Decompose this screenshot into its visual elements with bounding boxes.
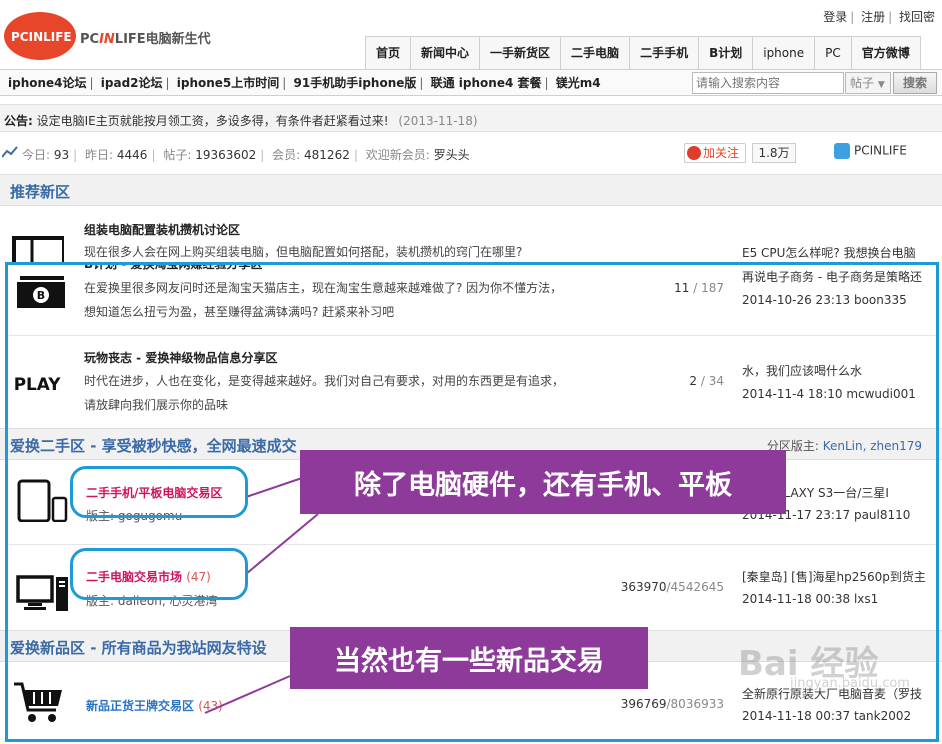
announcement-date: (2013-11-18): [398, 114, 478, 128]
callout-box-second: 当然也有一些新品交易: [290, 627, 648, 689]
forum-desc: 现在很多人会在网上购买组装电脑，但电脑配置如何搭配，装机攒机的窍门在哪里?: [84, 245, 523, 259]
stat-posts: 19363602: [195, 148, 257, 162]
search-type-select[interactable]: 帖子 ▼: [845, 72, 891, 94]
chart-icon: [2, 146, 18, 158]
pcinlife-app-icon: [834, 143, 850, 159]
section-header-recommended: 推荐新区: [0, 174, 942, 206]
login-link[interactable]: 登录: [823, 10, 847, 24]
nav-home[interactable]: 首页: [365, 36, 412, 69]
baidu-watermark-url: jingyan.baidu.com: [790, 676, 910, 691]
chevron-down-icon: ▼: [877, 80, 885, 90]
brand-name: PCINLIFE电脑新生代: [80, 32, 211, 47]
weibo-follower-count: 1.8万: [752, 143, 796, 163]
nav-new-goods[interactable]: 一手新货区: [479, 36, 562, 69]
search-input[interactable]: [692, 72, 844, 94]
announcement-label: 公告:: [4, 114, 33, 128]
stat-today: 93: [53, 148, 70, 162]
search-button[interactable]: 搜索: [893, 72, 937, 94]
quick-link[interactable]: iphone5上市时间: [177, 76, 280, 90]
account-links: 登录 | 注册 | 找回密: [823, 10, 935, 24]
quick-links: iphone4论坛 | ipad2论坛 | iphone5上市时间 | 91手机助手i…: [8, 76, 601, 90]
nav-bplan[interactable]: B计划: [698, 36, 754, 69]
highlight-oval-phone: [70, 466, 248, 518]
forum-link-assembly[interactable]: 组装电脑配置装机攒机讨论区: [84, 221, 240, 238]
quick-link[interactable]: 联通 iphone4 套餐: [431, 76, 542, 90]
recover-password-link[interactable]: 找回密: [899, 10, 935, 24]
nav-weibo[interactable]: 官方微博: [850, 36, 921, 69]
nav-used-pc[interactable]: 二手电脑: [560, 36, 631, 69]
nav-news[interactable]: 新闻中心: [410, 36, 481, 69]
weibo-follow-button[interactable]: 加关注: [684, 143, 746, 163]
main-nav: 首页 新闻中心 一手新货区 二手电脑 二手手机 B计划 iphone PC 官方…: [365, 36, 921, 69]
newest-member-link[interactable]: 罗头头: [434, 148, 470, 162]
highlight-oval-pc: [70, 548, 248, 600]
quick-link[interactable]: 镁光m4: [556, 76, 601, 90]
register-link[interactable]: 注册: [861, 10, 885, 24]
weibo-icon: [687, 146, 701, 160]
stat-yesterday: 4446: [116, 148, 148, 162]
stat-members: 481262: [304, 148, 350, 162]
announcement-bar: 公告: 设定电脑IE主页就能按月领工资，多设多得，有条件者赶紧看过来! (201…: [0, 104, 942, 132]
quick-link[interactable]: ipad2论坛: [101, 76, 163, 90]
quick-link[interactable]: 91手机助手iphone版: [294, 76, 417, 90]
quick-link[interactable]: iphone4论坛: [8, 76, 87, 90]
pcinlife-weibo-link[interactable]: PCINLIFE: [834, 143, 907, 159]
nav-pc[interactable]: PC: [814, 36, 852, 69]
nav-used-phone[interactable]: 二手手机: [629, 36, 700, 69]
last-post-link[interactable]: E5 CPU怎么样呢? 我想换台电脑: [742, 244, 938, 261]
logo-text: PCINLIFE: [11, 30, 72, 44]
site-logo[interactable]: PCINLIFE: [4, 12, 76, 60]
announcement-link[interactable]: 设定电脑IE主页就能按月领工资，多设多得，有条件者赶紧看过来!: [37, 114, 389, 128]
forum-stats: 今日: 93 | 昨日: 4446 | 帖子: 19363602 | 会员: 4812…: [22, 148, 470, 162]
callout-box-first: 除了电脑硬件，还有手机、平板: [300, 450, 786, 514]
nav-iphone[interactable]: iphone: [752, 36, 816, 69]
